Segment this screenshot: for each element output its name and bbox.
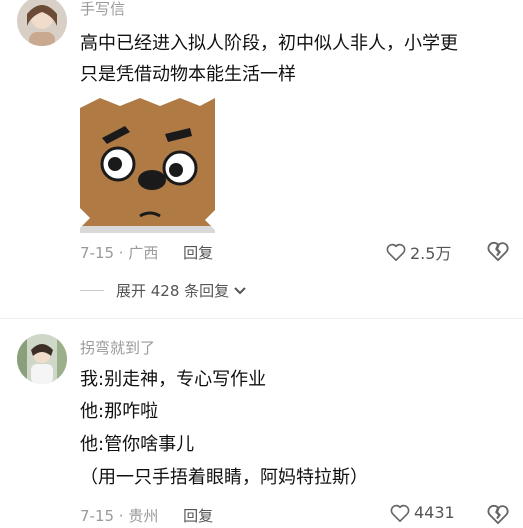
dislike-button[interactable] — [487, 504, 509, 528]
heart-icon — [390, 504, 410, 522]
divider-line — [80, 290, 104, 291]
comment-divider — [0, 318, 523, 319]
comment-meta: 7-15 · 广西 回复 — [80, 242, 213, 263]
like-count: 2.5万 — [410, 244, 452, 263]
broken-heart-icon — [487, 241, 509, 262]
like-count: 4431 — [414, 503, 455, 522]
comment-item: 手写信 高中已经进入拟人阶段，初中似人非人，小学更 只是凭借动物本能生活一样 7… — [0, 0, 523, 300]
expand-replies-button[interactable]: 展开 428 条回复 — [80, 280, 247, 301]
comment-text-line: （用一只手捂着眼睛，阿妈特拉斯） — [80, 467, 368, 488]
comment-text-line: 我:别走神，专心写作业 — [80, 369, 267, 390]
avatar[interactable] — [17, 334, 67, 384]
comment-date-location: 7-15 · 广西 — [80, 244, 159, 262]
comment-text-line: 只是凭借动物本能生活一样 — [80, 64, 296, 85]
comment-item: 拐弯就到了 我:别走神，专心写作业 他:那咋啦 他:管你啥事儿 （用一只手捂着眼… — [0, 330, 523, 525]
chevron-down-icon — [234, 286, 246, 294]
comment-date-location: 7-15 · 贵州 — [80, 507, 159, 525]
comment-username[interactable]: 拐弯就到了 — [80, 337, 155, 358]
expand-replies-label: 展开 428 条回复 — [116, 282, 230, 300]
comment-username[interactable]: 手写信 — [80, 0, 125, 19]
comment-text-line: 高中已经进入拟人阶段，初中似人非人，小学更 — [80, 33, 458, 54]
comment-text-line: 他:那咋啦 — [80, 401, 159, 422]
like-button[interactable]: 4431 — [390, 503, 455, 522]
sticker-image[interactable] — [80, 98, 215, 233]
broken-heart-icon — [487, 504, 509, 525]
comment-text-line: 他:管你啥事儿 — [80, 434, 195, 455]
like-button[interactable]: 2.5万 — [386, 240, 451, 264]
comment-meta: 7-15 · 贵州 回复 — [80, 505, 213, 526]
avatar[interactable] — [17, 0, 67, 46]
reply-button[interactable]: 回复 — [183, 507, 213, 525]
reply-button[interactable]: 回复 — [183, 244, 213, 262]
heart-icon — [386, 243, 406, 261]
dislike-button[interactable] — [487, 241, 509, 265]
